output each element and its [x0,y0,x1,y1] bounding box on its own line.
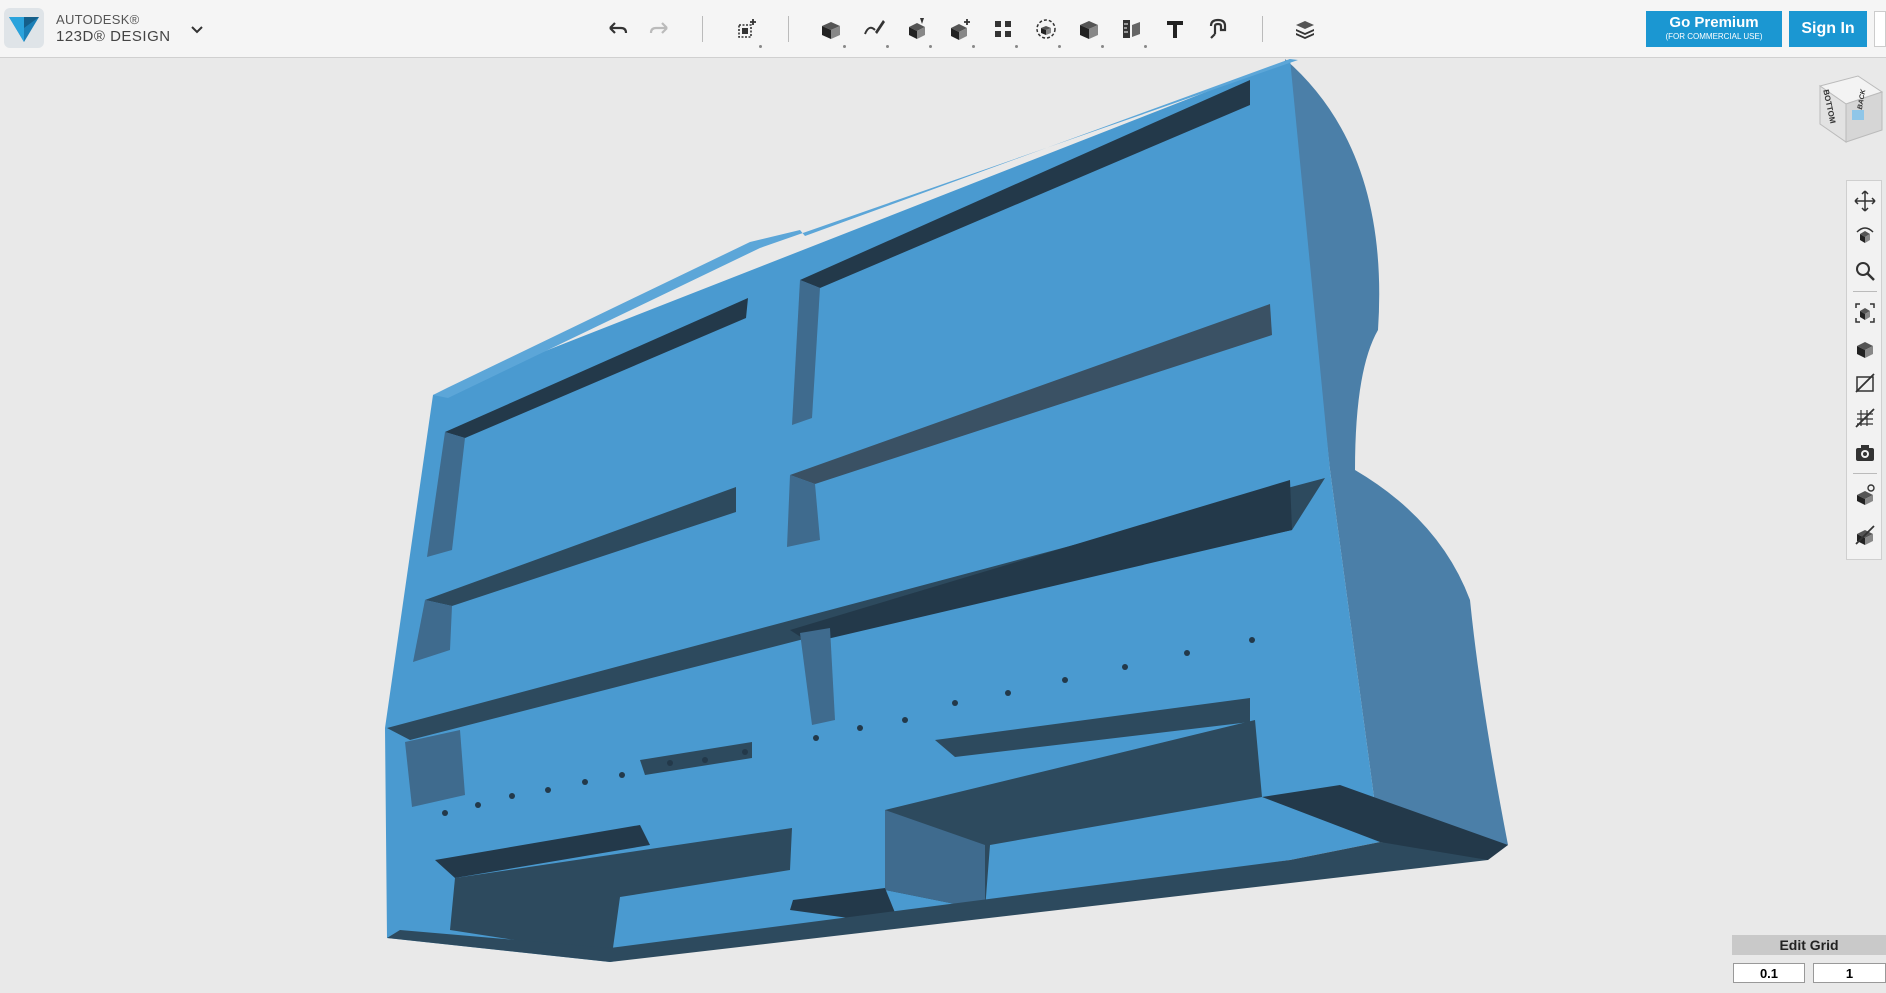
overflow-button[interactable] [1874,11,1886,47]
hide-sketch-button[interactable] [1851,369,1879,397]
sketch-button[interactable] [857,12,891,48]
zoom-icon [1856,262,1875,281]
material-layers-icon [1296,21,1314,39]
orbit-icon [1856,227,1874,243]
material-icon [1857,484,1875,505]
hide-solid-icon [1855,525,1875,545]
toolbar-separator [788,16,789,42]
view-icon [1857,342,1873,358]
fit-button[interactable] [1851,299,1879,327]
nav-separator [1853,291,1877,292]
model-canvas [385,59,1508,962]
group-button[interactable] [1029,12,1063,48]
transform-button[interactable] [730,12,764,48]
zoom-button[interactable] [1851,257,1879,285]
hide-mesh-icon [1855,408,1875,428]
undo-button[interactable] [600,12,634,46]
camera-icon [1856,445,1874,461]
pan-icon [1854,190,1876,212]
snap-magnet-icon [1209,18,1227,39]
measure-icon [1123,20,1140,38]
primitive-box-icon [822,22,840,39]
material-button[interactable] [1288,12,1322,46]
pattern-icon [995,21,1011,37]
primitives-button[interactable] [814,12,848,48]
chevron-down-icon[interactable] [188,20,206,38]
sign-in-button[interactable]: Sign In [1789,11,1867,47]
hide-mesh-button[interactable] [1851,404,1879,432]
pattern-button[interactable] [986,12,1020,48]
redo-button[interactable] [643,12,677,46]
redo-icon [649,22,668,34]
autodesk-logo-icon [4,8,44,48]
hide-sketch-icon [1855,373,1875,393]
view-cube[interactable]: BOTTOM BACK [1812,72,1884,148]
text-button[interactable] [1158,12,1192,46]
3d-viewport[interactable]: BOTTOM BACK Edit Grid 0.1 1 [0,59,1886,988]
text-icon [1167,21,1183,38]
toolbar-separator [702,16,703,42]
modify-button[interactable] [943,12,977,48]
go-premium-label: Go Premium [1669,14,1759,31]
transform-icon [738,19,756,38]
undo-icon [609,22,628,34]
snap-input[interactable] [1733,963,1805,983]
go-premium-sublabel: (FOR COMMERCIAL USE) [1665,32,1763,41]
top-toolbar: AUTODESK® 123D® DESIGN Go Premium (FOR C… [0,0,1886,58]
orbit-button[interactable] [1851,222,1879,250]
material-view-button[interactable] [1851,481,1879,509]
go-premium-button[interactable]: Go Premium (FOR COMMERCIAL USE) [1646,11,1782,47]
group-icon [1036,19,1056,39]
construct-button[interactable] [900,12,934,48]
edit-grid-panel: Edit Grid [1732,935,1886,988]
fit-icon [1855,303,1875,323]
navigation-bar [1846,180,1882,560]
combine-icon [1080,21,1098,39]
edit-grid-button[interactable]: Edit Grid [1732,935,1886,955]
snap-button[interactable] [1201,12,1235,46]
model-slot-wall [405,730,465,807]
measure-button[interactable] [1115,12,1149,48]
brand-product: 123D® DESIGN [56,28,171,45]
construct-icon [909,18,925,39]
brand-company: AUTODESK® [56,12,140,27]
grid-size-input[interactable] [1813,963,1886,983]
hide-solid-button[interactable] [1851,521,1879,549]
toolbar-separator [1262,16,1263,42]
camera-button[interactable] [1851,439,1879,467]
combine-button[interactable] [1072,12,1106,48]
view-button[interactable] [1851,334,1879,362]
model-slot-wall [787,475,820,547]
sketch-pencil-icon [864,20,885,35]
nav-separator [1853,473,1877,474]
pan-button[interactable] [1851,187,1879,215]
modify-icon [951,19,970,40]
